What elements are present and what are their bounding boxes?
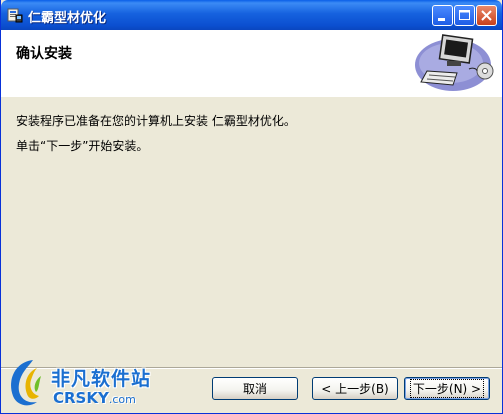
watermark-brand: CRSKY: [53, 389, 109, 407]
body-text-instruction: 单击“下一步”开始安装。: [16, 139, 149, 153]
next-button[interactable]: 下一步(N) >: [404, 377, 490, 400]
cancel-button[interactable]: 取消: [212, 377, 298, 400]
cancel-label: 取消: [242, 382, 267, 396]
body-text-ready: 安装程序已准备在您的计算机上安装 仁霸型材优化。: [16, 114, 296, 128]
next-label: 下一步(N) >: [409, 379, 485, 398]
title-bar[interactable]: 仁霸型材优化: [1, 0, 502, 30]
crsky-logo-icon: [11, 360, 41, 406]
maximize-button[interactable]: [454, 5, 475, 26]
computer-install-graphic: [415, 34, 494, 91]
installer-icon: [7, 8, 23, 23]
watermark-en-text: CRSKY.com: [53, 389, 136, 407]
window-title: 仁霸型材优化: [28, 11, 107, 26]
back-label: < 上一步(B): [321, 382, 389, 396]
minimize-button[interactable]: [432, 5, 453, 26]
close-button[interactable]: [476, 5, 497, 26]
back-button[interactable]: < 上一步(B): [312, 377, 398, 400]
watermark-cn-text: 非凡软件站: [51, 368, 152, 390]
minimize-icon: [438, 18, 445, 21]
maximize-icon: [459, 10, 470, 20]
header-divider: [1, 96, 502, 97]
close-icon: [481, 10, 492, 21]
page-title: 确认安装: [16, 46, 72, 62]
watermark-domain: .com: [108, 393, 136, 406]
crsky-watermark: 非凡软件站 CRSKY.com: [1, 352, 161, 414]
installer-window: 仁霸型材优化 确认安装 安装程序已准备在您的计算机上安装 仁霸型材优化。 单击“…: [0, 0, 503, 414]
